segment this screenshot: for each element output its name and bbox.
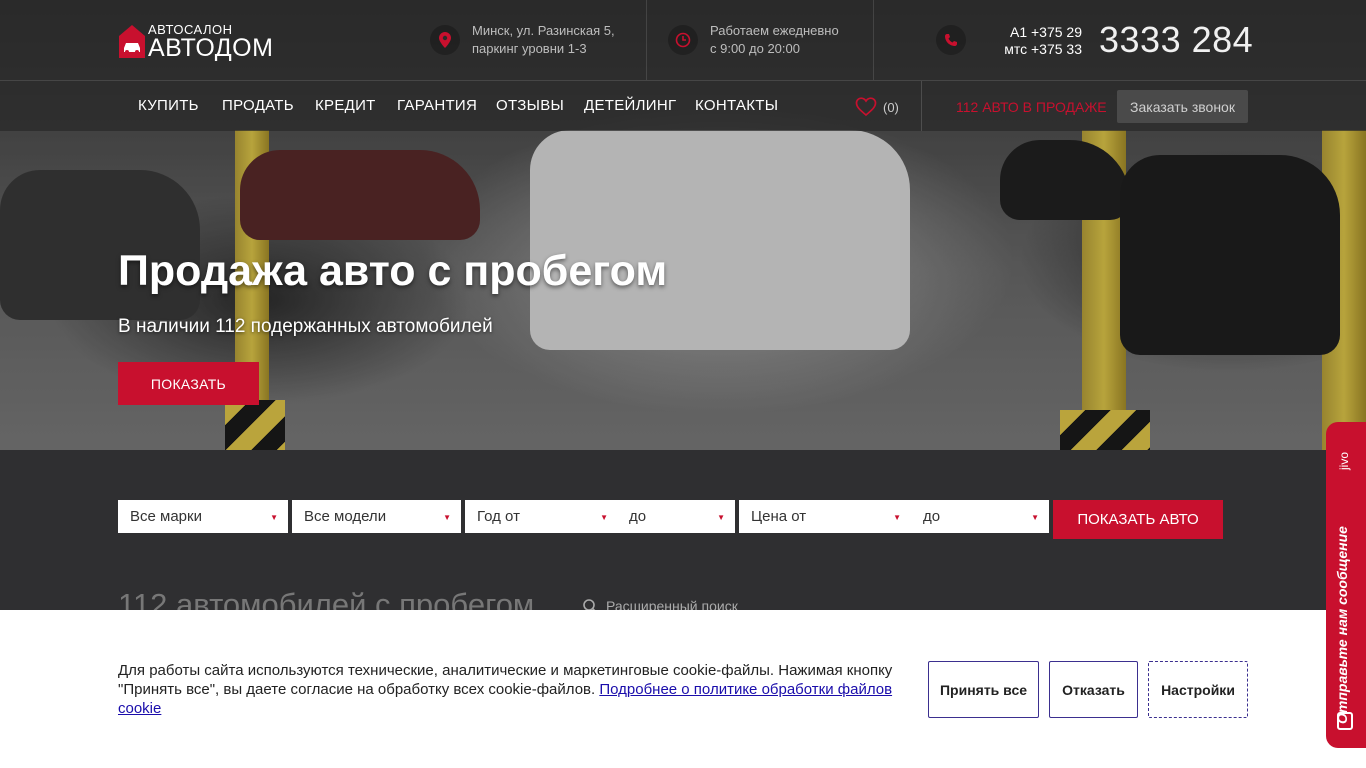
top-bar: АВТОСАЛОН АВТОДОМ Минск, ул. Разинская 5…: [0, 0, 1366, 81]
divider: [921, 81, 922, 131]
address-line: паркинг уровни 1-3: [472, 41, 587, 56]
price-from-select[interactable]: Цена от ▼: [739, 500, 911, 533]
price-to-value: до: [923, 508, 941, 525]
nav-item-buy[interactable]: КУПИТЬ: [138, 97, 199, 114]
show-button[interactable]: ПОКАЗАТЬ: [118, 362, 259, 405]
hero-title: Продажа авто с пробегом: [118, 247, 668, 295]
nav-item-sell[interactable]: ПРОДАТЬ: [222, 97, 294, 114]
heart-icon: [855, 97, 877, 117]
callback-button[interactable]: Заказать звонок: [1117, 90, 1248, 123]
dropdown-arrow-icon: ▼: [600, 513, 608, 522]
price-from-value: Цена от: [751, 508, 807, 525]
nav-item-detailing[interactable]: ДЕТЕЙЛИНГ: [584, 97, 676, 114]
nav-item-contacts[interactable]: КОНТАКТЫ: [695, 97, 778, 114]
phone-number[interactable]: 3333 284: [1099, 19, 1253, 61]
year-to-select[interactable]: до ▼: [617, 500, 735, 533]
favorites[interactable]: (0): [855, 97, 899, 117]
address: Минск, ул. Разинская 5, паркинг уровни 1…: [472, 22, 615, 58]
phone-a1[interactable]: A1 +375 29: [985, 24, 1082, 41]
divider: [873, 0, 874, 80]
dropdown-arrow-icon: ▼: [1031, 513, 1039, 522]
hours-line: Работаем ежедневно: [710, 23, 839, 38]
chat-widget-label: Отправьте нам сообщение: [1334, 526, 1350, 724]
year-from-select[interactable]: Год от ▼: [465, 500, 618, 533]
dropdown-arrow-icon: ▼: [270, 513, 278, 522]
year-to-value: до: [629, 508, 647, 525]
address-line: Минск, ул. Разинская 5,: [472, 23, 615, 38]
cars-in-sale-link[interactable]: 112 АВТО В ПРОДАЖЕ: [956, 99, 1107, 115]
phone-mts[interactable]: мтс +375 33: [985, 41, 1082, 58]
logo[interactable]: АВТОСАЛОН АВТОДОМ: [118, 22, 288, 62]
nav-item-reviews[interactable]: ОТЗЫВЫ: [496, 97, 564, 114]
model-select-value: Все модели: [304, 508, 387, 525]
model-select[interactable]: Все модели ▼: [292, 500, 461, 533]
decline-button[interactable]: Отказать: [1049, 661, 1138, 718]
hero-subtitle: В наличии 112 подержанных автомобилей: [118, 316, 493, 337]
accept-all-button[interactable]: Принять все: [928, 661, 1039, 718]
chat-widget-tab[interactable]: Отправьте нам сообщение jivo: [1326, 422, 1366, 748]
jivo-logo: jivo: [1337, 452, 1351, 471]
favorites-count: (0): [883, 99, 899, 115]
phone-operators: A1 +375 29 мтс +375 33: [985, 24, 1082, 58]
year-from-value: Год от: [477, 508, 520, 525]
search-section: Все марки ▼ Все модели ▼ Год от ▼ до ▼ Ц…: [0, 450, 1366, 622]
clock-icon: [668, 25, 698, 55]
chat-icon: [1337, 712, 1353, 730]
dropdown-arrow-icon: ▼: [893, 513, 901, 522]
divider: [646, 0, 647, 80]
hours-line: с 9:00 до 20:00: [710, 41, 800, 56]
cookie-text-block: Для работы сайта используются технически…: [118, 661, 908, 718]
phone-icon: [936, 25, 966, 55]
logo-main-text: АВТОДОМ: [148, 34, 274, 62]
dropdown-arrow-icon: ▼: [443, 513, 451, 522]
cookie-banner: Для работы сайта используются технически…: [0, 610, 1366, 768]
main-nav: КУПИТЬ ПРОДАТЬ КРЕДИТ ГАРАНТИЯ ОТЗЫВЫ ДЕ…: [0, 81, 1366, 131]
nav-item-credit[interactable]: КРЕДИТ: [315, 97, 376, 114]
price-to-select[interactable]: до ▼: [911, 500, 1049, 533]
location-pin-icon: [430, 25, 460, 55]
dropdown-arrow-icon: ▼: [717, 513, 725, 522]
working-hours: Работаем ежедневно с 9:00 до 20:00: [710, 22, 839, 58]
brand-select-value: Все марки: [130, 508, 202, 525]
nav-item-warranty[interactable]: ГАРАНТИЯ: [397, 97, 477, 114]
cookie-settings-button[interactable]: Настройки: [1148, 661, 1248, 718]
house-car-icon: [119, 25, 145, 58]
brand-select[interactable]: Все марки ▼: [118, 500, 288, 533]
show-cars-button[interactable]: ПОКАЗАТЬ АВТО: [1053, 500, 1223, 539]
